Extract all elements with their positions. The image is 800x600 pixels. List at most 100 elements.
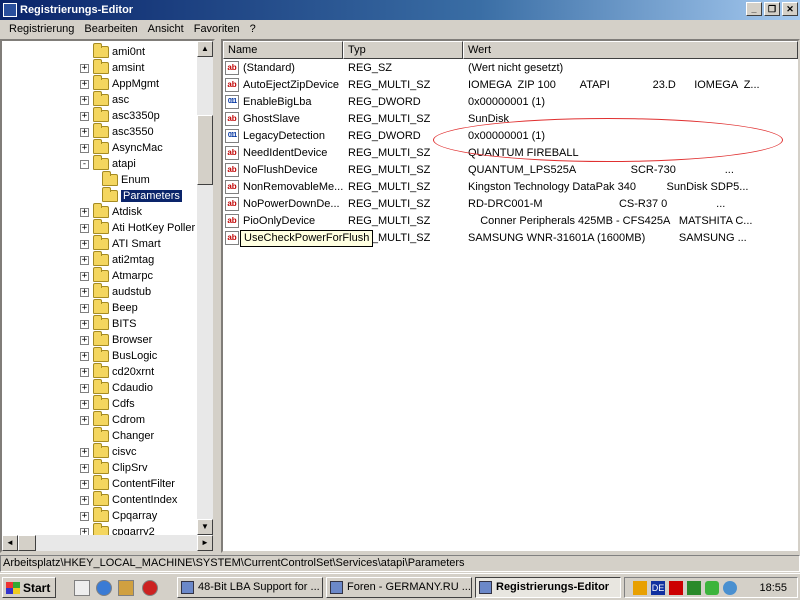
value-row[interactable]: ab PioOnlyDevice REG_MULTI_SZ Conner Perip…: [223, 213, 798, 230]
tree-item[interactable]: Enum: [102, 171, 150, 188]
tree-horizontal-scrollbar[interactable]: ◄ ►: [2, 535, 213, 551]
tree-item[interactable]: + AsyncMac: [80, 139, 163, 156]
tray-app-icon-2[interactable]: [687, 581, 701, 595]
value-row[interactable]: ab NoFlushDevice REG_MULTI_SZ QUANTUM_LPS52…: [223, 162, 798, 179]
tree-item[interactable]: + BusLogic: [80, 347, 157, 364]
collapse-icon[interactable]: -: [80, 159, 89, 169]
network-icon[interactable]: [723, 581, 737, 595]
task-lba-support[interactable]: 48-Bit LBA Support for ...: [177, 577, 323, 598]
h-scroll-thumb[interactable]: [18, 535, 36, 551]
expand-icon[interactable]: +: [80, 463, 89, 473]
restore-button[interactable]: ❐: [764, 2, 780, 16]
value-row[interactable]: 011 EnableBigLba REG_DWORD 0x00000001 (1): [223, 94, 798, 111]
expand-icon[interactable]: +: [80, 271, 89, 281]
tree-item[interactable]: + cd20xrnt: [80, 363, 154, 380]
expand-icon[interactable]: +: [80, 303, 89, 313]
menu-favoriten[interactable]: Favoriten: [189, 23, 245, 35]
tree-item[interactable]: + Ati HotKey Poller: [80, 219, 195, 236]
column-header-value[interactable]: Wert: [463, 41, 798, 59]
menu-ansicht[interactable]: Ansicht: [143, 23, 189, 35]
scroll-right-button[interactable]: ►: [197, 535, 213, 551]
tree-item[interactable]: + Cdfs: [80, 395, 135, 412]
value-row[interactable]: ab NoPowerDownDe... REG_MULTI_SZ RD-DRC001-…: [223, 196, 798, 213]
tree-item[interactable]: + cisvc: [80, 443, 136, 460]
media-player-icon[interactable]: [142, 580, 158, 596]
expand-icon[interactable]: +: [80, 63, 89, 73]
menu-help[interactable]: ?: [245, 23, 261, 35]
value-row[interactable]: abUseCheckPowerForFlushREG_MULTI_SZSAMSU…: [223, 230, 798, 247]
expand-icon[interactable]: +: [80, 319, 89, 329]
tree-item[interactable]: + BITS: [80, 315, 136, 332]
tree-item[interactable]: + audstub: [80, 283, 151, 300]
tree-item[interactable]: + asc3550: [80, 123, 154, 140]
tree-item[interactable]: + Cdaudio: [80, 379, 153, 396]
task-germany-ru[interactable]: Foren - GERMANY.RU ...: [326, 577, 472, 598]
language-indicator[interactable]: DE: [651, 581, 665, 595]
expand-icon[interactable]: +: [80, 111, 89, 121]
expand-icon[interactable]: +: [80, 415, 89, 425]
column-header-name[interactable]: Name: [223, 41, 343, 59]
expand-icon[interactable]: +: [80, 127, 89, 137]
expand-icon[interactable]: +: [80, 207, 89, 217]
tray-app-icon-3[interactable]: [705, 581, 719, 595]
tree-item[interactable]: + ClipSrv: [80, 459, 147, 476]
tree-item[interactable]: + ATI Smart: [80, 235, 161, 252]
expand-icon[interactable]: +: [80, 239, 89, 249]
tree-item[interactable]: + Cdrom: [80, 411, 145, 428]
expand-icon[interactable]: +: [80, 511, 89, 521]
expand-icon[interactable]: +: [80, 95, 89, 105]
tree-item[interactable]: + Beep: [80, 299, 138, 316]
expand-icon[interactable]: +: [80, 255, 89, 265]
tree-item[interactable]: Parameters: [102, 187, 182, 204]
tree-item[interactable]: + ContentFilter: [80, 475, 175, 492]
values-list[interactable]: Name Typ Wert ab (Standard) REG_SZ (Wert ni…: [221, 39, 800, 553]
scroll-thumb[interactable]: [197, 115, 213, 185]
scroll-up-button[interactable]: ▲: [197, 41, 213, 57]
internet-explorer-icon[interactable]: [96, 580, 112, 596]
registry-tree[interactable]: ami0nt + amsint + AppMgmt + asc + asc3350p + asc35…: [0, 39, 215, 553]
tree-item[interactable]: + Atmarpc: [80, 267, 153, 284]
value-row[interactable]: ab NonRemovableMe... REG_MULTI_SZ Kingston …: [223, 179, 798, 196]
menu-bearbeiten[interactable]: Bearbeiten: [79, 23, 142, 35]
tree-item[interactable]: + AppMgmt: [80, 75, 159, 92]
ati-icon[interactable]: [669, 581, 683, 595]
tree-vertical-scrollbar[interactable]: ▲ ▼: [197, 41, 213, 535]
tree-item[interactable]: + Atdisk: [80, 203, 142, 220]
tree-item[interactable]: + ContentIndex: [80, 491, 177, 508]
scroll-left-button[interactable]: ◄: [2, 535, 18, 551]
tree-item[interactable]: + asc3350p: [80, 107, 160, 124]
tree-item[interactable]: - atapi: [80, 155, 136, 172]
tree-item[interactable]: + Cpqarray: [80, 507, 157, 524]
column-header-type[interactable]: Typ: [343, 41, 463, 59]
expand-icon[interactable]: +: [80, 399, 89, 409]
expand-icon[interactable]: +: [80, 479, 89, 489]
expand-icon[interactable]: +: [80, 335, 89, 345]
tray-app-icon[interactable]: [633, 581, 647, 595]
tree-item[interactable]: + asc: [80, 91, 129, 108]
expand-icon[interactable]: +: [80, 143, 89, 153]
minimize-button[interactable]: _: [746, 2, 762, 16]
expand-icon[interactable]: +: [80, 79, 89, 89]
expand-icon[interactable]: +: [80, 351, 89, 361]
tree-item[interactable]: ami0nt: [80, 43, 145, 60]
close-button[interactable]: ✕: [782, 2, 798, 16]
value-row[interactable]: ab (Standard) REG_SZ (Wert nicht gesetzt): [223, 60, 798, 77]
expand-icon[interactable]: +: [80, 383, 89, 393]
value-row[interactable]: ab AutoEjectZipDevice REG_MULTI_SZ IOMEGA Z…: [223, 77, 798, 94]
scroll-down-button[interactable]: ▼: [197, 519, 213, 535]
tree-item[interactable]: + ati2mtag: [80, 251, 154, 268]
expand-icon[interactable]: +: [80, 223, 89, 233]
task-registry-editor[interactable]: Registrierungs-Editor: [475, 577, 621, 598]
clock[interactable]: 18:55: [759, 581, 787, 595]
tree-item[interactable]: + amsint: [80, 59, 144, 76]
tree-item[interactable]: Changer: [80, 427, 154, 444]
expand-icon[interactable]: +: [80, 287, 89, 297]
show-desktop-icon[interactable]: [74, 580, 90, 596]
expand-icon[interactable]: +: [80, 495, 89, 505]
menu-registrierung[interactable]: Registrierung: [4, 23, 79, 35]
expand-icon[interactable]: +: [80, 367, 89, 377]
window-title-bar[interactable]: Registrierungs-Editor _ ❐ ✕: [0, 0, 800, 20]
start-button[interactable]: Start: [2, 577, 56, 598]
outlook-express-icon[interactable]: [118, 580, 134, 596]
expand-icon[interactable]: +: [80, 447, 89, 457]
